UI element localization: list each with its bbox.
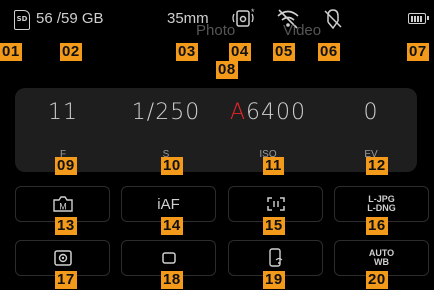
callout-10: 10 xyxy=(161,157,183,175)
video-mode-tab[interactable]: Video xyxy=(283,22,321,39)
af-mode-label: iAF xyxy=(157,195,180,213)
stabilization-icon: * xyxy=(232,7,255,27)
callout-18: 18 xyxy=(161,271,183,289)
callout-07: 07 xyxy=(407,43,429,61)
smartphone-icon xyxy=(268,248,282,267)
svg-text:M: M xyxy=(59,202,67,212)
callout-19: 19 xyxy=(263,271,285,289)
callout-02: 02 xyxy=(60,43,82,61)
single-shot-icon xyxy=(161,252,176,264)
manual-mode-icon: M xyxy=(52,196,73,212)
battery-icon xyxy=(408,13,429,24)
iso-number: 6400 xyxy=(246,100,307,125)
callout-16: 16 xyxy=(366,217,388,235)
photo-mode-tab[interactable]: Photo xyxy=(196,22,235,39)
callout-11: 11 xyxy=(263,157,284,175)
callout-04: 04 xyxy=(229,43,251,61)
callout-15: 15 xyxy=(263,217,285,235)
callout-17: 17 xyxy=(55,271,77,289)
callout-05: 05 xyxy=(273,43,295,61)
af-field-icon xyxy=(266,197,285,211)
iso-auto-indicator: A xyxy=(229,100,247,125)
svg-text:*: * xyxy=(251,7,255,17)
storage-capacity: 56 /59 GB xyxy=(36,10,104,27)
callout-08: 08 xyxy=(216,61,238,79)
metering-icon xyxy=(53,250,72,266)
wb-label: WB xyxy=(374,257,389,267)
shutter-speed-value[interactable]: 1/250 xyxy=(116,100,216,125)
callout-14: 14 xyxy=(161,217,183,235)
gps-off-icon xyxy=(324,9,342,30)
iso-value[interactable]: A6400 xyxy=(218,100,318,125)
callout-06: 06 xyxy=(318,43,340,61)
exposure-compensation-value[interactable]: 0 xyxy=(321,100,421,125)
format-dng-label: L-DNG xyxy=(367,203,396,213)
callout-09: 09 xyxy=(55,157,77,175)
callout-01: 01 xyxy=(0,43,22,61)
callout-03: 03 xyxy=(176,43,198,61)
callout-13: 13 xyxy=(55,217,77,235)
callout-20: 20 xyxy=(366,271,388,289)
callout-12: 12 xyxy=(366,157,388,175)
sd-card-icon: SD xyxy=(14,10,30,30)
aperture-value[interactable]: 11 xyxy=(13,100,113,125)
